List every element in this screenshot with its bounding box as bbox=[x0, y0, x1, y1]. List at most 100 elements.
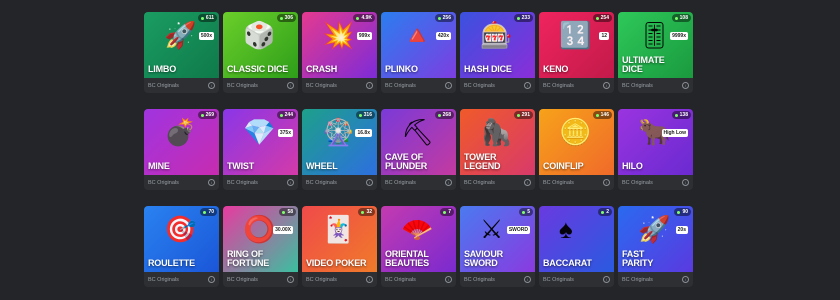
game-card[interactable]: 🦍 291 Tower Legend BC Originals i bbox=[460, 109, 535, 190]
game-title: Ring of Fortune bbox=[227, 249, 270, 268]
game-title: Hash Dice bbox=[464, 64, 512, 74]
starburst-icon: 💥 bbox=[322, 20, 355, 50]
game-thumbnail[interactable]: 🎡 16.8x 316 Wheel bbox=[302, 109, 377, 175]
card-footer: BC Originals i bbox=[223, 272, 298, 287]
info-icon[interactable]: i bbox=[445, 276, 452, 283]
game-card[interactable]: ⛏ 268 Cave of Plunder BC Originals i bbox=[381, 109, 456, 190]
game-card[interactable]: 🎚 9999x 108 Ultimate Dice BC Originals i bbox=[618, 12, 693, 93]
game-card[interactable]: 🚀 20s 90 Fast Parity BC Originals i bbox=[618, 206, 693, 287]
info-icon[interactable]: i bbox=[287, 276, 294, 283]
game-card[interactable]: 🔺 420x 256 Plinko BC Originals i bbox=[381, 12, 456, 93]
game-thumbnail[interactable]: 🪭 7 Oriental Beauties bbox=[381, 206, 456, 272]
game-card[interactable]: 🪙 146 Coinflip BC Originals i bbox=[539, 109, 614, 190]
player-count-badge: 5 bbox=[519, 208, 533, 216]
player-count: 244 bbox=[284, 112, 293, 118]
game-card[interactable]: 🎰 233 Hash Dice BC Originals i bbox=[460, 12, 535, 93]
card-footer: BC Originals i bbox=[381, 175, 456, 190]
game-thumbnail[interactable]: 🃏 32 Video Poker bbox=[302, 206, 377, 272]
game-card[interactable]: 🪭 7 Oriental Beauties BC Originals i bbox=[381, 206, 456, 287]
info-icon[interactable]: i bbox=[287, 179, 294, 186]
game-thumbnail[interactable]: 💎 375x 244 Twist bbox=[223, 109, 298, 175]
card-footer: BC Originals i bbox=[460, 78, 535, 93]
game-title: Ultimate Dice bbox=[622, 55, 665, 74]
game-card[interactable]: 🎡 16.8x 316 Wheel BC Originals i bbox=[302, 109, 377, 190]
info-icon[interactable]: i bbox=[366, 276, 373, 283]
info-icon[interactable]: i bbox=[208, 179, 215, 186]
dice-icon: 🎲 bbox=[243, 20, 276, 50]
provider-label: BC Originals bbox=[622, 82, 653, 89]
game-thumbnail[interactable]: 🎰 233 Hash Dice bbox=[460, 12, 535, 78]
player-count-badge: 244 bbox=[276, 111, 296, 119]
player-count-badge: 138 bbox=[671, 111, 691, 119]
provider-label: BC Originals bbox=[385, 179, 416, 186]
info-icon[interactable]: i bbox=[208, 276, 215, 283]
game-card[interactable]: 🎲 306 Classic Dice BC Originals i bbox=[223, 12, 298, 93]
game-card[interactable]: 💎 375x 244 Twist BC Originals i bbox=[223, 109, 298, 190]
info-icon[interactable]: i bbox=[445, 179, 452, 186]
info-icon[interactable]: i bbox=[524, 179, 531, 186]
game-title: Limbo bbox=[148, 64, 176, 74]
info-icon[interactable]: i bbox=[682, 82, 689, 89]
game-card[interactable]: 🔢 12 254 Keno BC Originals i bbox=[539, 12, 614, 93]
card-footer: BC Originals i bbox=[618, 175, 693, 190]
player-count-badge: 58 bbox=[279, 208, 296, 216]
info-icon[interactable]: i bbox=[445, 82, 452, 89]
info-icon[interactable]: i bbox=[287, 82, 294, 89]
game-card[interactable]: 🎯 70 Roulette BC Originals i bbox=[144, 206, 219, 287]
game-thumbnail[interactable]: 🪙 146 Coinflip bbox=[539, 109, 614, 175]
game-card[interactable]: 🃏 32 Video Poker BC Originals i bbox=[302, 206, 377, 287]
online-dot-icon bbox=[200, 16, 204, 20]
player-count-badge: 4.9K bbox=[353, 14, 375, 22]
game-card[interactable]: 💣 269 Mine BC Originals i bbox=[144, 109, 219, 190]
card-footer: BC Originals i bbox=[618, 78, 693, 93]
player-count-badge: 90 bbox=[674, 208, 691, 216]
player-count-badge: 316 bbox=[355, 111, 375, 119]
info-icon[interactable]: i bbox=[603, 82, 610, 89]
provider-label: BC Originals bbox=[227, 276, 258, 283]
game-card[interactable]: 💥 999x 4.9K Crash BC Originals i bbox=[302, 12, 377, 93]
rocket-icon: 🚀 bbox=[164, 20, 197, 50]
game-thumbnail[interactable]: 🚀 500x 611 Limbo bbox=[144, 12, 219, 78]
game-thumbnail[interactable]: 🎯 70 Roulette bbox=[144, 206, 219, 272]
game-thumbnail[interactable]: 🔺 420x 256 Plinko bbox=[381, 12, 456, 78]
game-thumbnail[interactable]: 💥 999x 4.9K Crash bbox=[302, 12, 377, 78]
player-count-badge: 7 bbox=[440, 208, 454, 216]
player-count-badge: 611 bbox=[197, 14, 217, 22]
card-footer: BC Originals i bbox=[618, 272, 693, 287]
rocket-icon: 🚀 bbox=[638, 214, 671, 244]
game-card[interactable]: ⭕ 30.00X 58 Ring of Fortune BC Originals i bbox=[223, 206, 298, 287]
game-thumbnail[interactable]: ⚔ SWORD 5 Saviour Sword bbox=[460, 206, 535, 272]
info-icon[interactable]: i bbox=[682, 179, 689, 186]
game-thumbnail[interactable]: ⭕ 30.00X 58 Ring of Fortune bbox=[223, 206, 298, 272]
info-icon[interactable]: i bbox=[524, 276, 531, 283]
game-thumbnail[interactable]: 🔢 12 254 Keno bbox=[539, 12, 614, 78]
info-icon[interactable]: i bbox=[208, 82, 215, 89]
game-card[interactable]: 🐂 High Low 138 Hilo BC Originals i bbox=[618, 109, 693, 190]
game-thumbnail[interactable]: 🦍 291 Tower Legend bbox=[460, 109, 535, 175]
online-dot-icon bbox=[358, 113, 362, 117]
online-dot-icon bbox=[516, 113, 520, 117]
game-thumbnail[interactable]: 🎚 9999x 108 Ultimate Dice bbox=[618, 12, 693, 78]
game-card[interactable]: ⚔ SWORD 5 Saviour Sword BC Originals i bbox=[460, 206, 535, 287]
game-thumbnail[interactable]: ♠ 2 Baccarat bbox=[539, 206, 614, 272]
info-icon[interactable]: i bbox=[603, 276, 610, 283]
game-thumbnail[interactable]: 🚀 20s 90 Fast Parity bbox=[618, 206, 693, 272]
info-icon[interactable]: i bbox=[603, 179, 610, 186]
game-card[interactable]: 🚀 500x 611 Limbo BC Originals i bbox=[144, 12, 219, 93]
multiplier-badge: 375x bbox=[277, 129, 293, 137]
game-title: Plinko bbox=[385, 64, 418, 74]
plinko-pyramid-icon: 🔺 bbox=[401, 20, 434, 50]
info-icon[interactable]: i bbox=[682, 276, 689, 283]
game-card[interactable]: ♠ 2 Baccarat BC Originals i bbox=[539, 206, 614, 287]
info-icon[interactable]: i bbox=[366, 82, 373, 89]
online-dot-icon bbox=[674, 16, 678, 20]
provider-label: BC Originals bbox=[543, 82, 574, 89]
game-thumbnail[interactable]: 🎲 306 Classic Dice bbox=[223, 12, 298, 78]
game-title: Classic Dice bbox=[227, 64, 289, 74]
game-thumbnail[interactable]: ⛏ 268 Cave of Plunder bbox=[381, 109, 456, 175]
info-icon[interactable]: i bbox=[366, 179, 373, 186]
provider-label: BC Originals bbox=[464, 179, 495, 186]
game-thumbnail[interactable]: 🐂 High Low 138 Hilo bbox=[618, 109, 693, 175]
game-thumbnail[interactable]: 💣 269 Mine bbox=[144, 109, 219, 175]
info-icon[interactable]: i bbox=[524, 82, 531, 89]
